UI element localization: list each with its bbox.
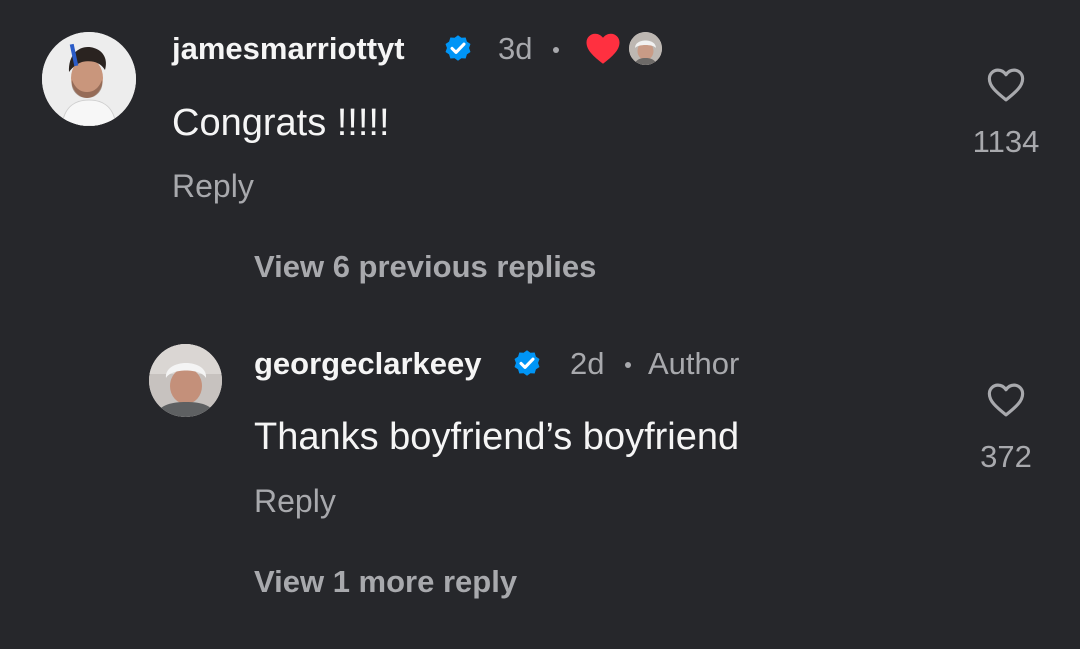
reply-button[interactable]: Reply: [254, 485, 336, 517]
person-avatar-icon: [149, 344, 222, 417]
meta-separator-dot: [553, 47, 559, 53]
reply-avatar[interactable]: [149, 344, 222, 417]
like-count: 1134: [972, 124, 1040, 159]
comment-timestamp: 3d: [498, 31, 533, 66]
comment-text: Congrats !!!!!: [172, 102, 390, 144]
reply-timestamp: 2d: [570, 346, 605, 381]
verified-badge-icon: [510, 346, 544, 380]
like-heart-icon[interactable]: [985, 64, 1027, 106]
meta-separator-dot: [625, 362, 631, 368]
person-avatar-icon: [42, 32, 136, 126]
commenter-username[interactable]: jamesmarriottyt: [172, 33, 405, 64]
creator-liked-heart-icon: [585, 31, 621, 65]
author-badge: Author: [648, 346, 740, 381]
commenter-avatar[interactable]: [42, 32, 136, 126]
like-heart-icon[interactable]: [985, 379, 1027, 421]
reply-button[interactable]: Reply: [172, 170, 254, 202]
reply-username[interactable]: georgeclarkeey: [254, 348, 481, 379]
view-previous-replies-link[interactable]: View 6 previous replies: [254, 251, 596, 282]
creator-mini-avatar: [629, 32, 662, 65]
reply-text: Thanks boyfriend’s boyfriend: [254, 416, 740, 458]
view-more-replies-link[interactable]: View 1 more reply: [254, 566, 517, 597]
like-count: 372: [980, 439, 1032, 474]
verified-badge-icon: [441, 31, 475, 65]
